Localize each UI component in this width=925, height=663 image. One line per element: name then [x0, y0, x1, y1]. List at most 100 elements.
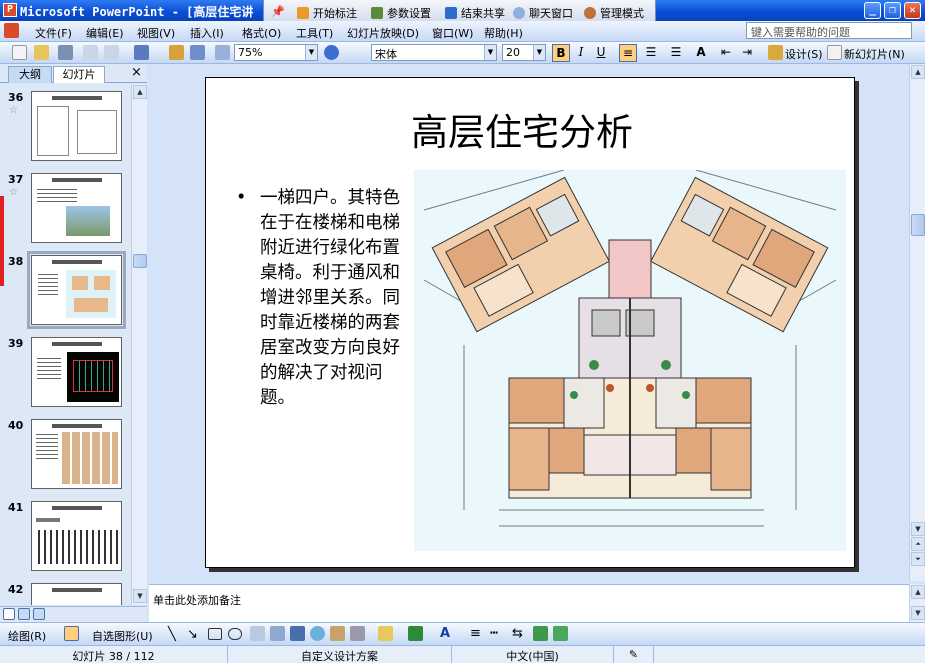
select-cursor-icon[interactable]: [64, 626, 79, 641]
line-style-icon[interactable]: ≡: [470, 626, 481, 641]
table-icon[interactable]: [190, 45, 205, 60]
fill-color-icon[interactable]: [378, 626, 393, 641]
scroll-down-arrow[interactable]: ▼: [133, 589, 147, 603]
close-icon[interactable]: ×: [131, 65, 142, 80]
floor-plan-image[interactable]: [414, 169, 846, 551]
menu-insert[interactable]: 插入(I): [190, 25, 224, 41]
share-stop[interactable]: 结束共享: [445, 5, 505, 21]
menu-window[interactable]: 窗口(W): [432, 25, 473, 41]
menu-slideshow[interactable]: 幻灯片放映(D): [347, 25, 419, 41]
zoom-select[interactable]: 75% ▼: [234, 44, 318, 61]
shadow-style-icon[interactable]: [533, 626, 548, 641]
scroll-up-arrow[interactable]: ▲: [911, 585, 925, 599]
font-color-icon[interactable]: A: [440, 626, 450, 641]
arrow-tool-icon[interactable]: ↘: [187, 627, 198, 642]
slide-thumbnail-41[interactable]: 41: [0, 501, 132, 583]
tab-outline[interactable]: 大纲: [8, 66, 52, 83]
menu-tools[interactable]: 工具(T): [296, 25, 333, 41]
powerpoint-app-icon[interactable]: P: [3, 3, 17, 17]
font-select[interactable]: 宋体 ▼: [371, 44, 497, 61]
maximize-button[interactable]: ❐: [884, 2, 901, 19]
font-size-select[interactable]: 20 ▼: [502, 44, 546, 61]
wordart-icon[interactable]: [290, 626, 305, 641]
design-button[interactable]: 设计(S): [785, 46, 823, 62]
menu-format[interactable]: 格式(O): [242, 25, 281, 41]
notes-scrollbar[interactable]: ▲ ▼: [909, 584, 925, 622]
next-slide-button[interactable]: ⏷: [911, 552, 925, 566]
new-file-icon[interactable]: [12, 45, 27, 60]
slide[interactable]: 高层住宅分析 • 一梯四户。其特色在于在楼梯和电梯附近进行绿化布置桌椅。利于通风…: [205, 77, 855, 568]
share-admin[interactable]: 管理模式: [584, 5, 644, 21]
scroll-up-arrow[interactable]: ▲: [133, 85, 147, 99]
bold-button[interactable]: B: [552, 44, 570, 62]
scroll-down-arrow[interactable]: ▼: [911, 522, 925, 536]
decrease-indent-button[interactable]: ⇤: [717, 44, 735, 62]
copy-icon[interactable]: [104, 45, 119, 60]
open-folder-icon[interactable]: [34, 45, 49, 60]
autoshapes-button[interactable]: 自选图形(U): [92, 628, 153, 644]
vertical-textbox-icon[interactable]: [270, 626, 285, 641]
status-bar: 幻灯片 38 / 112 自定义设计方案 中文(中国) ✎: [0, 645, 925, 663]
user-icon: [584, 7, 596, 19]
line-color-icon[interactable]: [408, 626, 423, 641]
underline-button[interactable]: U: [592, 44, 610, 62]
menu-help[interactable]: 帮助(H): [484, 25, 523, 41]
diagram-icon[interactable]: [310, 626, 325, 641]
cut-icon[interactable]: [83, 45, 98, 60]
tab-slides[interactable]: 幻灯片: [53, 66, 105, 83]
menu-file[interactable]: 文件(F): [35, 25, 72, 41]
scroll-down-arrow[interactable]: ▼: [911, 606, 925, 620]
scroll-up-arrow[interactable]: ▲: [911, 65, 925, 79]
bullet-list-button[interactable]: ☰: [667, 44, 685, 62]
3d-style-icon[interactable]: [553, 626, 568, 641]
slide-title[interactable]: 高层住宅分析: [206, 102, 854, 156]
align-left-button[interactable]: ≡: [619, 44, 637, 62]
new-slide-button[interactable]: 新幻灯片(N): [844, 46, 905, 62]
picture-icon[interactable]: [350, 626, 365, 641]
scroll-thumb[interactable]: [911, 214, 925, 236]
textbox-tool-icon[interactable]: [250, 626, 265, 641]
slide-thumbnail-38[interactable]: 38: [0, 251, 132, 337]
menu-view[interactable]: 视图(V): [137, 25, 175, 41]
slide-sorter-button[interactable]: [18, 608, 30, 620]
arrow-style-icon[interactable]: ⇆: [512, 626, 523, 641]
line-tool-icon[interactable]: ╲: [168, 627, 176, 642]
slide-thumbnail-40[interactable]: 40: [0, 419, 132, 501]
slide-thumbnail-36[interactable]: 36 ☆: [0, 91, 132, 173]
italic-button[interactable]: I: [572, 44, 590, 62]
oval-tool-icon[interactable]: [228, 628, 242, 640]
increase-indent-button[interactable]: ⇥: [738, 44, 756, 62]
print-icon[interactable]: [58, 45, 73, 60]
chat-icon: [513, 7, 525, 19]
draw-menu-button[interactable]: 绘图(R): [8, 628, 46, 644]
increase-font-button[interactable]: A: [692, 44, 710, 62]
help-search-input[interactable]: 键入需要帮助的问题: [746, 22, 912, 39]
share-start-annotate[interactable]: 开始标注: [297, 5, 357, 21]
notes-pane[interactable]: 单击此处添加备注: [149, 584, 911, 622]
grid-icon[interactable]: [215, 45, 230, 60]
panel-scrollbar[interactable]: ▲ ▼: [131, 84, 147, 605]
previous-slide-button[interactable]: ⏶: [911, 537, 925, 551]
undo-icon[interactable]: [134, 45, 149, 60]
help-icon[interactable]: [324, 45, 339, 60]
clipart-icon[interactable]: [330, 626, 345, 641]
share-chat[interactable]: 聊天窗口: [513, 5, 573, 21]
menu-edit[interactable]: 编辑(E): [86, 25, 124, 41]
spellcheck-icon[interactable]: ✎: [614, 646, 654, 663]
document-icon[interactable]: [4, 23, 19, 38]
slide-thumbnail-42[interactable]: 42: [0, 583, 132, 605]
numbered-list-button[interactable]: ☰: [642, 44, 660, 62]
minimize-button[interactable]: _: [864, 2, 881, 19]
slideshow-button[interactable]: [33, 608, 45, 620]
close-button[interactable]: ✕: [904, 2, 921, 19]
slide-thumbnail-37[interactable]: 37 ☆: [0, 173, 132, 255]
normal-view-button[interactable]: [3, 608, 15, 620]
scroll-thumb[interactable]: [133, 254, 147, 268]
rectangle-tool-icon[interactable]: [208, 628, 222, 640]
slide-thumbnail-39[interactable]: 39: [0, 337, 132, 419]
pin-icon[interactable]: 📌: [271, 5, 285, 18]
share-settings[interactable]: 参数设置: [371, 5, 431, 21]
canvas-scrollbar[interactable]: ▲ ▼ ⏶ ⏷: [909, 64, 925, 581]
chart-icon[interactable]: [169, 45, 184, 60]
dash-style-icon[interactable]: ┅: [490, 626, 498, 641]
